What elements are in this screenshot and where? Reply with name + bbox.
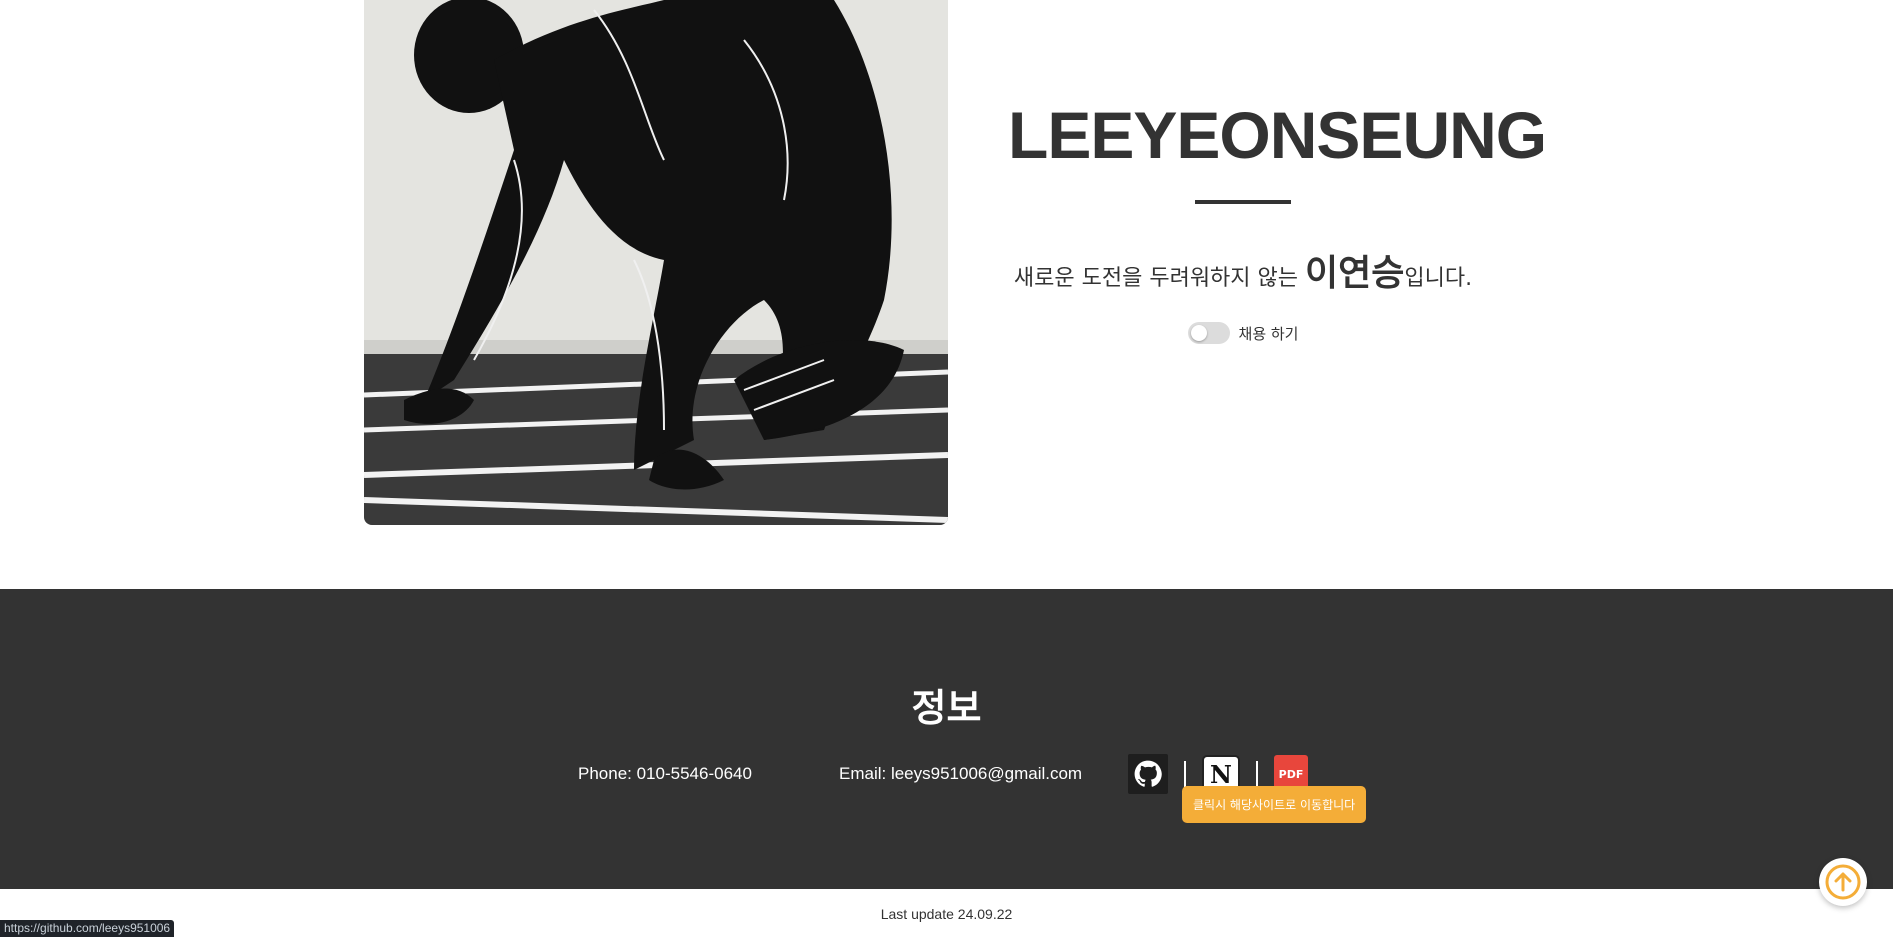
pdf-icon: PDF [1278,767,1304,781]
arrow-up-circle-icon [1825,864,1861,900]
intro-section: LEEYEONSEUNG 새로운 도전을 두려워하지 않는 이연승입니다. 채용… [1008,96,1547,344]
phone-text: Phone: 010-5546-0640 [578,764,752,783]
link-separator [1184,761,1186,787]
hire-toggle-row: 채용 하기 [1008,322,1478,344]
last-update-text: Last update 24.09.22 [880,906,1013,922]
link-separator [1256,761,1258,787]
notion-icon: N [1210,759,1232,789]
github-icon [1134,760,1162,787]
link-tooltip: 클릭시 해당사이트로 이동합니다 [1182,786,1367,823]
profile-name: LEEYEONSEUNG [1008,98,1547,172]
tagline-highlight: 이연승 [1305,253,1405,294]
hero-image [364,0,948,525]
toggle-knob [1190,325,1207,341]
scroll-to-top-button[interactable] [1819,858,1867,906]
tagline-suffix: 입니다. [1404,266,1473,291]
info-footer: 정보 Phone: 010-5546-0640 Email: leeys9510… [0,589,1893,889]
tagline-prefix: 새로운 도전을 두려워하지 않는 [1013,266,1305,291]
hire-toggle[interactable] [1187,322,1230,344]
hire-toggle-label: 채용 하기 [1238,324,1299,343]
title-divider [1195,200,1291,204]
tagline: 새로운 도전을 두려워하지 않는 이연승입니다. [1008,244,1478,296]
email-text: Email: leeys951006@gmail.com [839,764,1083,783]
github-link[interactable] [1128,754,1168,794]
footer-title: 정보 [911,686,982,730]
status-bar-url: https://github.com/leeys951006 [0,920,175,937]
